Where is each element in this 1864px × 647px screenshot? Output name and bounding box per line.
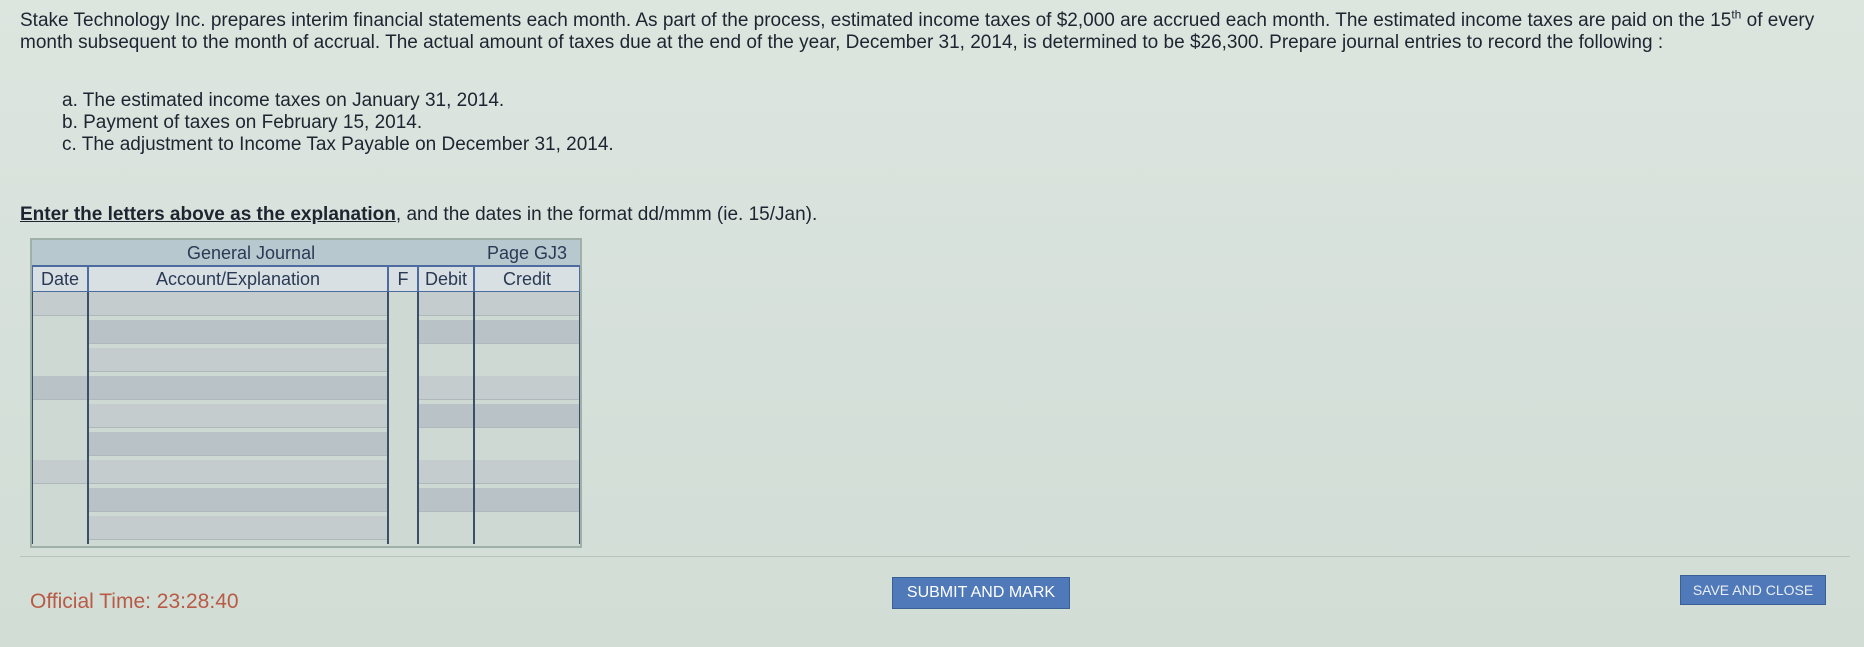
account-input[interactable]: [89, 404, 387, 427]
debit-cell[interactable]: [419, 488, 473, 512]
date-input[interactable]: [33, 292, 87, 315]
debit-input[interactable]: [419, 320, 473, 343]
credit-input[interactable]: [475, 404, 579, 427]
problem-text-superscript: th: [1731, 7, 1742, 22]
submit-and-mark-button[interactable]: SUBMIT AND MARK: [892, 577, 1070, 609]
official-timer: Official Time: 23:28:40: [30, 590, 239, 613]
requirement-a: a. The estimated income taxes on January…: [62, 90, 505, 111]
debit-cell[interactable]: [419, 404, 473, 428]
credit-input[interactable]: [475, 320, 579, 343]
date-cell[interactable]: [33, 376, 87, 400]
journal-header: General Journal Page GJ3: [32, 240, 580, 266]
explanation-cell[interactable]: [89, 348, 387, 372]
date-cell[interactable]: [33, 460, 87, 484]
instruction-emphasis: Enter the letters above as the explanati…: [20, 204, 396, 225]
problem-statement: Stake Technology Inc. prepares interim f…: [20, 7, 1840, 54]
credit-cell[interactable]: [475, 320, 579, 344]
account-cell[interactable]: [89, 320, 387, 344]
debit-cell[interactable]: [419, 460, 473, 484]
account-cell[interactable]: [89, 460, 387, 484]
credit-cell[interactable]: [475, 460, 579, 484]
debit-input[interactable]: [419, 488, 473, 511]
account-cell[interactable]: [89, 376, 387, 400]
credit-input[interactable]: [475, 488, 579, 511]
date-input[interactable]: [33, 460, 87, 483]
credit-input[interactable]: [475, 292, 579, 315]
instruction-text: Enter the letters above as the explanati…: [20, 204, 817, 226]
account-input[interactable]: [89, 320, 387, 343]
debit-input[interactable]: [419, 376, 473, 399]
general-journal-table: General Journal Page GJ3 Date Account/Ex…: [30, 238, 582, 548]
date-column: [32, 292, 88, 544]
requirement-list: a. The estimated income taxes on January…: [62, 90, 614, 156]
explanation-input[interactable]: [89, 516, 387, 539]
footer-divider: [20, 556, 1850, 557]
debit-input[interactable]: [419, 292, 473, 315]
debit-input[interactable]: [419, 404, 473, 427]
debit-input[interactable]: [419, 460, 473, 483]
column-header-credit: Credit: [474, 266, 580, 292]
column-header-f: F: [388, 266, 418, 292]
credit-cell[interactable]: [475, 404, 579, 428]
column-header-date: Date: [32, 266, 88, 292]
requirement-c: c. The adjustment to Income Tax Payable …: [62, 134, 614, 155]
explanation-input[interactable]: [89, 348, 387, 371]
account-cell[interactable]: [89, 488, 387, 512]
account-cell[interactable]: [89, 292, 387, 316]
date-cell[interactable]: [33, 292, 87, 316]
journal-page-label: Page GJ3: [487, 243, 568, 263]
credit-column: [474, 292, 580, 544]
account-input[interactable]: [89, 460, 387, 483]
credit-cell[interactable]: [475, 488, 579, 512]
instruction-rest: , and the dates in the format dd/mmm (ie…: [395, 204, 818, 225]
explanation-input[interactable]: [89, 432, 387, 455]
save-and-close-button[interactable]: SAVE AND CLOSE: [1680, 575, 1826, 605]
account-input[interactable]: [89, 376, 387, 399]
account-cell[interactable]: [89, 404, 387, 428]
debit-column: [418, 292, 474, 544]
credit-input[interactable]: [475, 376, 579, 399]
debit-cell[interactable]: [419, 376, 473, 400]
date-input[interactable]: [33, 376, 87, 399]
column-header-account: Account/Explanation: [88, 266, 388, 292]
journal-title: General Journal: [187, 243, 316, 263]
column-header-debit: Debit: [418, 266, 474, 292]
account-input[interactable]: [89, 292, 387, 315]
credit-cell[interactable]: [475, 292, 579, 316]
problem-text-part1: Stake Technology Inc. prepares interim f…: [20, 10, 1732, 31]
debit-cell[interactable]: [419, 320, 473, 344]
credit-cell[interactable]: [475, 376, 579, 400]
explanation-cell[interactable]: [89, 516, 387, 540]
account-column: [88, 292, 388, 544]
explanation-cell[interactable]: [89, 432, 387, 456]
f-column: [388, 292, 418, 544]
requirement-b: b. Payment of taxes on February 15, 2014…: [62, 112, 423, 133]
credit-input[interactable]: [475, 460, 579, 483]
debit-cell[interactable]: [419, 292, 473, 316]
account-input[interactable]: [89, 488, 387, 511]
